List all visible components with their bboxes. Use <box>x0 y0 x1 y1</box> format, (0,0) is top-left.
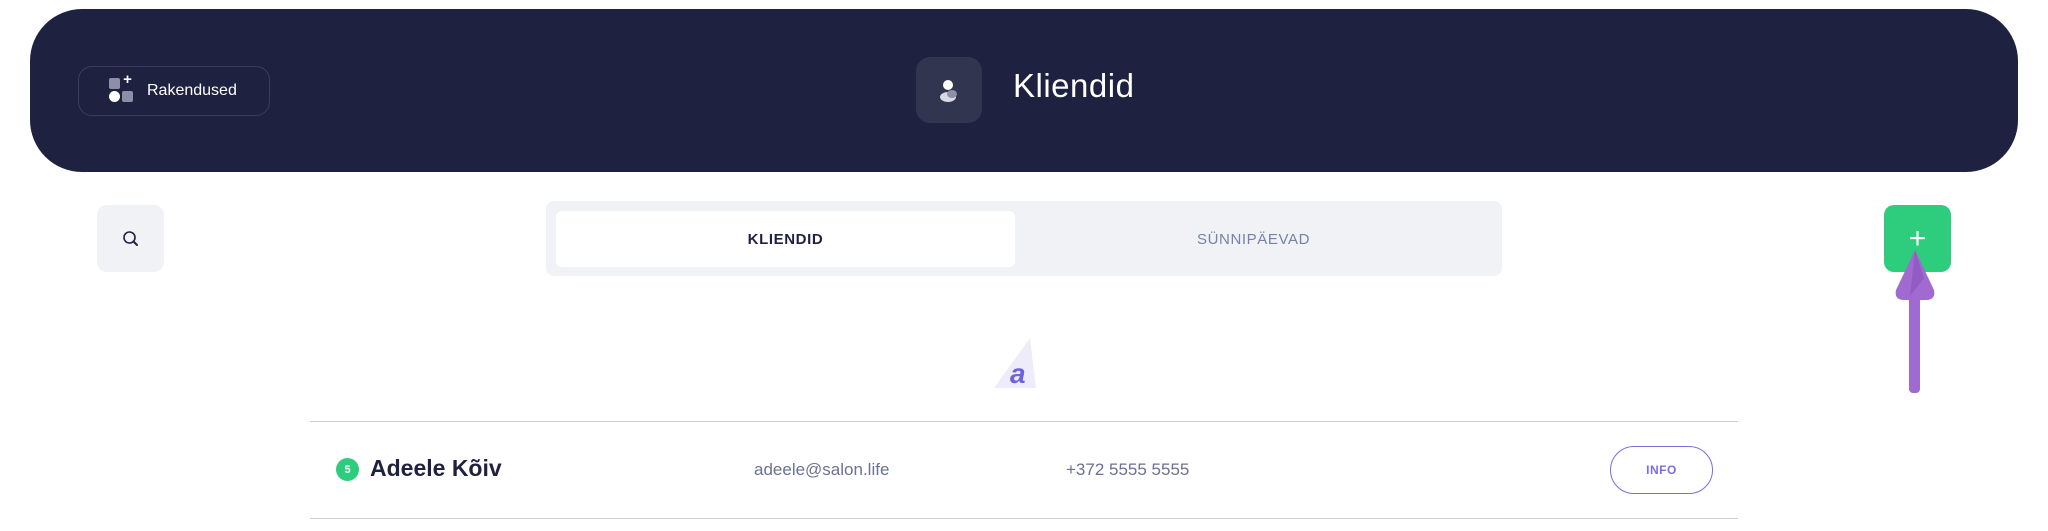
client-email: adeele@salon.life <box>754 460 890 479</box>
annotation-arrow-icon <box>1895 250 1935 393</box>
app-header: + Rakendused Kliendid <box>30 9 2018 172</box>
page-title: Kliendid <box>1013 67 1135 104</box>
visit-count-badge: 5 <box>336 458 359 481</box>
tab-bar: KLIENDID SÜNNIPÄEVAD <box>546 201 1502 276</box>
alphabet-marker-letter: a <box>1010 358 1026 389</box>
tab-birthdays[interactable]: SÜNNIPÄEVAD <box>1024 211 1483 267</box>
apps-button[interactable]: + Rakendused <box>78 66 270 116</box>
client-name: Adeele Kõiv <box>370 455 502 481</box>
divider <box>310 518 1738 519</box>
tab-clients[interactable]: KLIENDID <box>556 211 1015 267</box>
client-phone: +372 5555 5555 <box>1066 460 1190 479</box>
info-button[interactable]: INFO <box>1610 446 1713 494</box>
client-icon <box>916 57 982 123</box>
search-button[interactable] <box>97 205 164 272</box>
alphabet-marker-icon: a <box>994 338 1036 389</box>
search-icon <box>122 230 138 246</box>
apps-icon: + <box>109 72 135 104</box>
table-row: 5 Adeele Kõiv adeele@salon.life +372 555… <box>310 422 1738 518</box>
apps-button-label: Rakendused <box>147 82 237 99</box>
